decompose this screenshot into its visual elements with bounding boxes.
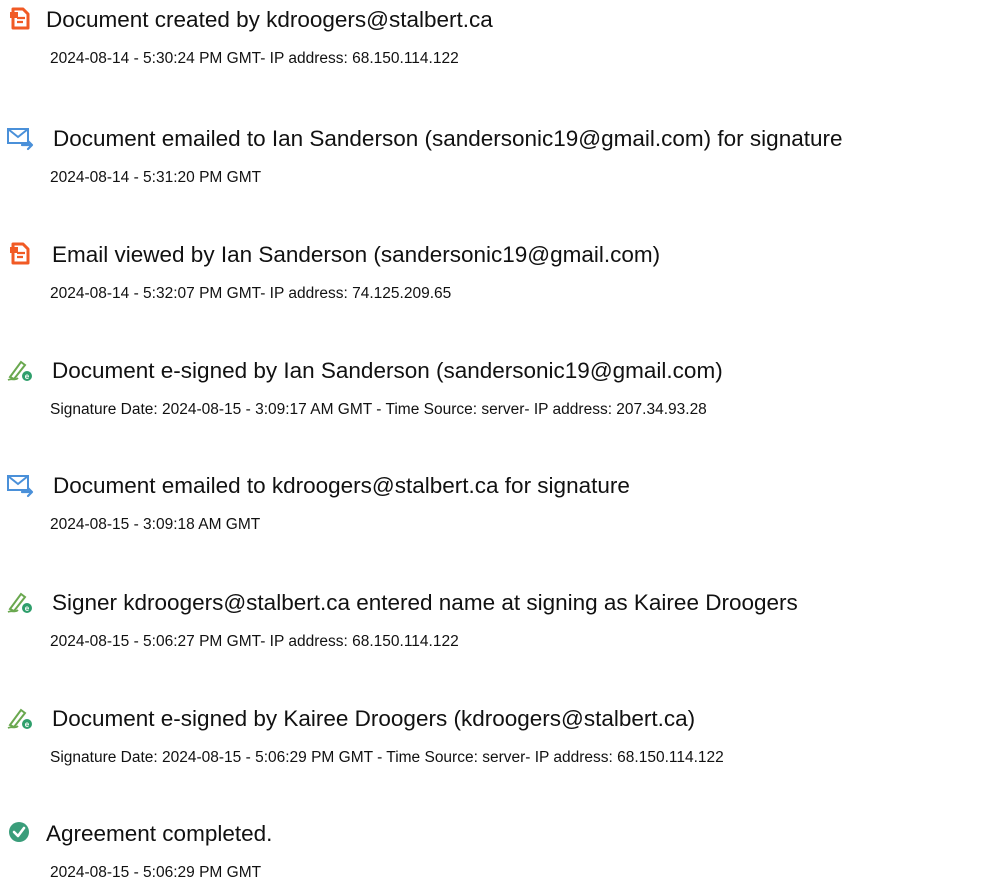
document-viewed-icon: [8, 241, 34, 267]
event-detail: 2024-08-14 - 5:31:20 PM GMT: [50, 169, 262, 186]
event-title: Document emailed to Ian Sanderson (sande…: [53, 126, 843, 151]
event-title: Agreement completed.: [46, 821, 273, 846]
event-title: Document e-signed by Kairee Droogers (kd…: [52, 706, 696, 731]
svg-text:e: e: [25, 372, 30, 381]
event-detail: 2024-08-14 - 5:30:24 PM GMT- IP address:…: [50, 50, 459, 67]
esign-pen-icon: e: [6, 357, 32, 383]
event-detail: 2024-08-15 - 5:06:27 PM GMT- IP address:…: [50, 633, 459, 650]
esign-pen-icon: e: [6, 705, 32, 731]
document-created-icon: [8, 6, 34, 32]
email-sent-icon: [6, 125, 34, 151]
event-title: Document created by kdroogers@stalbert.c…: [46, 7, 493, 32]
esign-pen-icon: e: [6, 589, 32, 615]
event-detail: Signature Date: 2024-08-15 - 3:09:17 AM …: [50, 401, 707, 418]
event-detail: 2024-08-15 - 5:06:29 PM GMT: [50, 864, 262, 881]
event-title: Document e-signed by Ian Sanderson (sand…: [52, 358, 723, 383]
event-detail: 2024-08-14 - 5:32:07 PM GMT- IP address:…: [50, 285, 452, 302]
event-detail: 2024-08-15 - 3:09:18 AM GMT: [50, 516, 261, 533]
event-title: Email viewed by Ian Sanderson (sanderson…: [52, 242, 661, 267]
svg-text:e: e: [25, 604, 30, 613]
event-detail: Signature Date: 2024-08-15 - 5:06:29 PM …: [50, 749, 724, 766]
email-sent-icon: [6, 472, 34, 498]
svg-text:e: e: [25, 720, 30, 729]
event-title: Signer kdroogers@stalbert.ca entered nam…: [52, 590, 798, 615]
checkmark-circle-icon: [6, 820, 32, 846]
event-title: Document emailed to kdroogers@stalbert.c…: [53, 473, 630, 498]
